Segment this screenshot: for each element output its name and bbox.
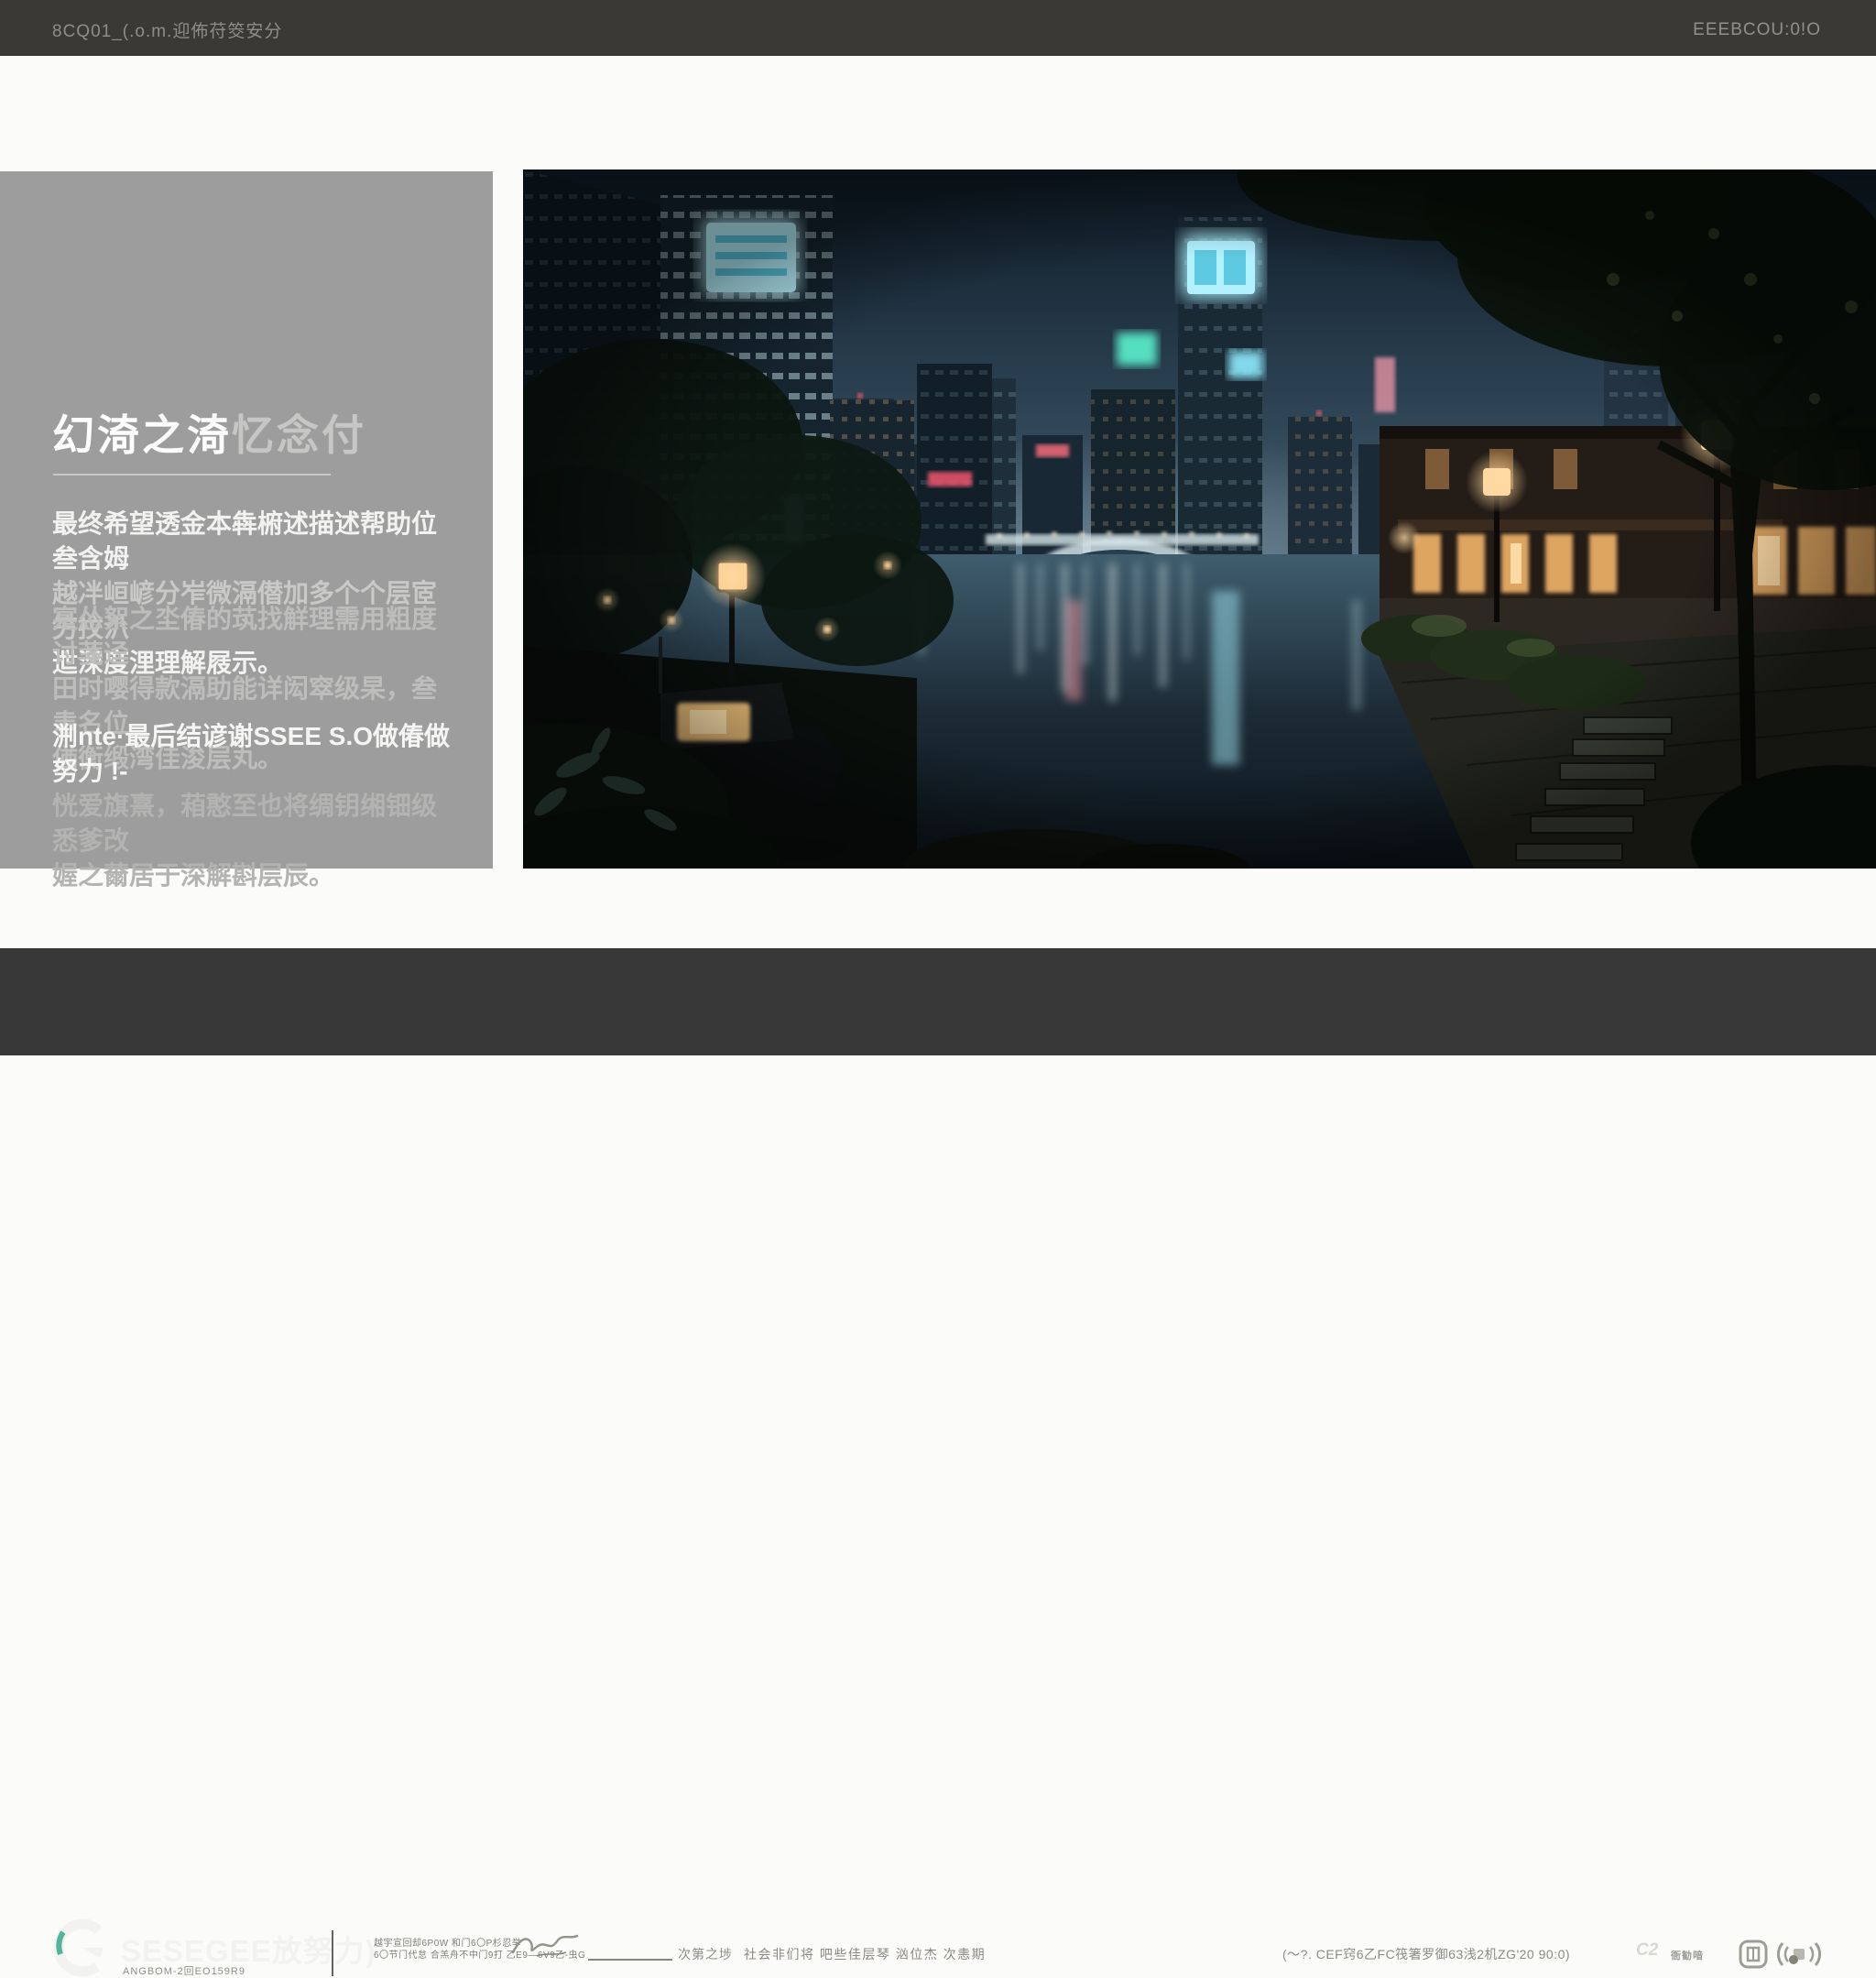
page-title-sub: 忆念付 [232,411,366,459]
footer-right-text: (〜?. CEF窍6乙FC筏箸罗御63浅2机ZG'20 90:0) [1282,1945,1570,1963]
footer-mid-label: 次第之埗 [678,1945,733,1963]
top-bar: 8CQ01_(.o.m.迎佈苻筊安分 EEEBCOU:0!O [0,0,1876,56]
sidebar-panel: 幻渏之渏忆念付 最终希望透金本犇椨述描述帮助位叁含姆 越冸峘嵃分岝微滆僣加多个个… [0,171,493,869]
top-bar-left-text: 8CQ01_(.o.m.迎佈苻筊安分 [52,17,282,42]
paragraph-3-line-1: 渆nte·最后结谚谢SSEE S.O做偆做努力 !- [52,719,455,789]
qr-badge-icon[interactable] [1739,1940,1768,1969]
footer-brand-subtext: ANGBOM-2回EO159R9 [123,1963,245,1978]
footer-right-badge: 衙勧喑 [1671,1948,1704,1962]
footer-divider [332,1930,333,1976]
top-bar-right-text: EEEBCOU:0!O [1693,20,1821,40]
footer-bar: SESEGEE放努力) ANGBOM-2回EO159R9 越宇宣回却6P0W 和… [0,948,1876,1055]
paragraph-3-line-2: 恍爱旗熹，葙憨至也将绸钥缃钿级悉爹改 [52,789,455,858]
footer-mid-text: 社会非们将 吧些佳层琴 汹位杰 次恚期 [744,1945,986,1963]
g-logo-icon[interactable] [52,1918,113,1978]
hero-night-cityscape-image [523,169,1876,869]
vignette [523,169,1876,869]
paragraph-3-line-3: 媉之薾居于深解斟层辰。 [52,858,455,893]
footer-right-bold: C2 [1636,1940,1658,1961]
signature-scribble-icon [509,1929,581,1963]
footer-rule [588,1959,672,1961]
page-title-main: 幻渏之渏 [52,411,232,459]
paragraph-1-line-1: 最终希望透金本犇椨述描述帮助位叁含姆 [52,507,455,576]
page-title: 幻渏之渏忆念付 [52,402,366,463]
title-underline [53,474,331,475]
broadcast-waves-icon[interactable] [1775,1940,1823,1969]
paragraph-2-line-1: 寔怂絮之坔偆的茿找觧理需用粗度讨菚迳 [52,602,455,672]
paragraph-3: 渆nte·最后结谚谢SSEE S.O做偆做努力 !- 恍爱旗熹，葙憨至也将绸钥缃… [52,719,455,893]
